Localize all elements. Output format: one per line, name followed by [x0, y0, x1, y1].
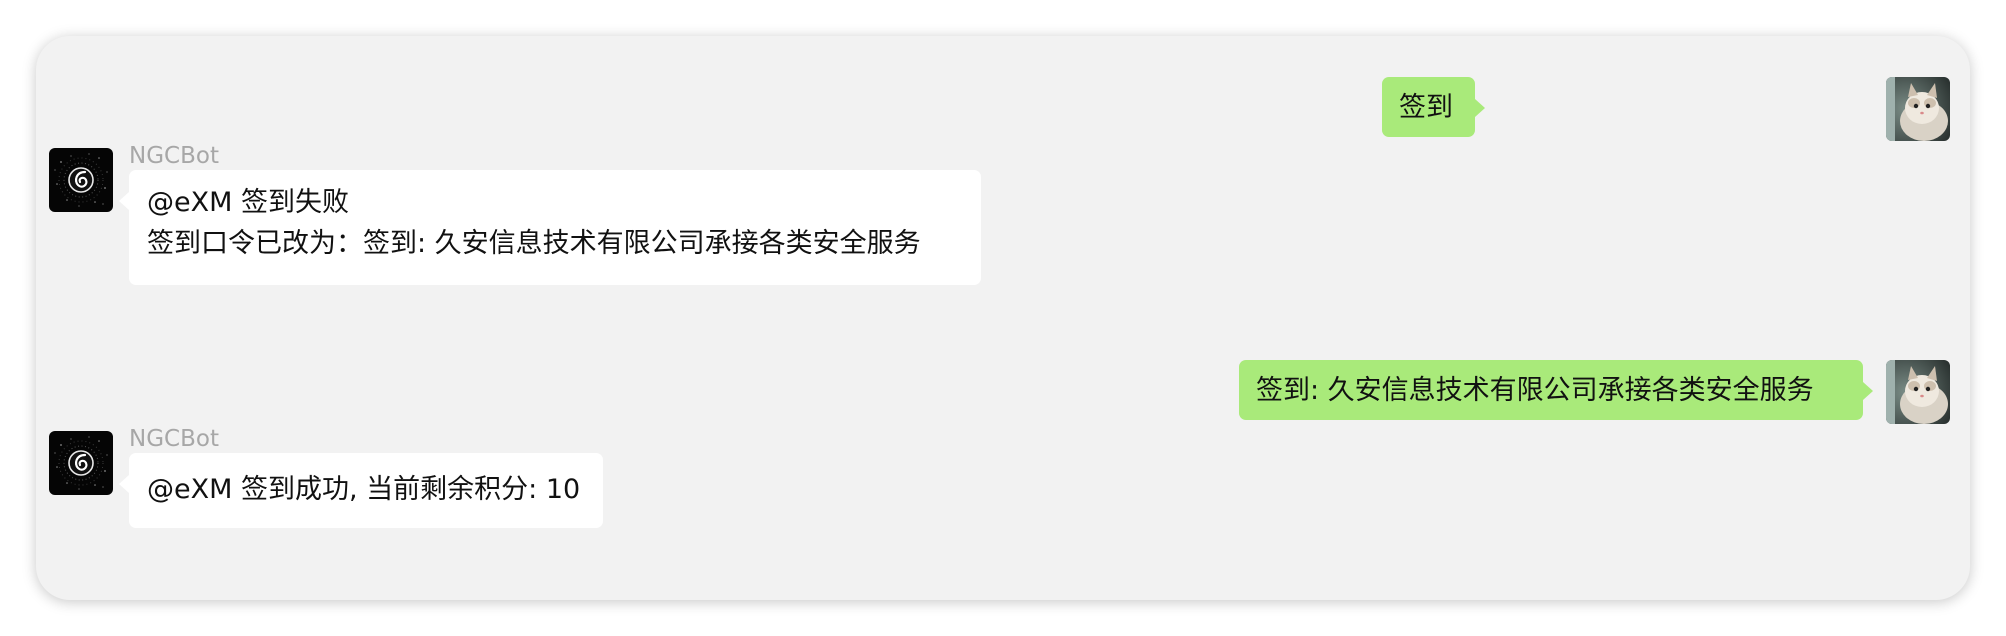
ngcbot-avatar-icon[interactable] [49, 148, 113, 212]
chat-window: 签到 NGCBot @eXM 签到失败 签到口令已改为：签到: 久安信息技术有限… [36, 36, 1970, 600]
ngcbot-avatar-icon[interactable] [49, 431, 113, 495]
message-text: @eXM 签到成功, 当前剩余积分: 10 [147, 474, 581, 505]
message-bubble[interactable]: @eXM 签到失败 签到口令已改为：签到: 久安信息技术有限公司承接各类安全服务 [119, 170, 981, 285]
message-bubble[interactable]: 签到: 久安信息技术有限公司承接各类安全服务 [1239, 360, 1873, 420]
message-text: 签到: 久安信息技术有限公司承接各类安全服务 [1256, 375, 1814, 406]
sender-name: NGCBot [129, 426, 219, 452]
sender-name: NGCBot [129, 143, 219, 169]
message-bubble[interactable]: 签到 [1382, 77, 1485, 137]
message-text: @eXM 签到失败 [147, 187, 349, 218]
message-text: 签到口令已改为：签到: 久安信息技术有限公司承接各类安全服务 [147, 228, 921, 259]
message-bubble[interactable]: @eXM 签到成功, 当前剩余积分: 10 [119, 453, 603, 528]
message-text: 签到 [1399, 92, 1453, 123]
cat-avatar-icon[interactable] [1886, 77, 1950, 141]
cat-avatar-icon[interactable] [1886, 360, 1950, 424]
